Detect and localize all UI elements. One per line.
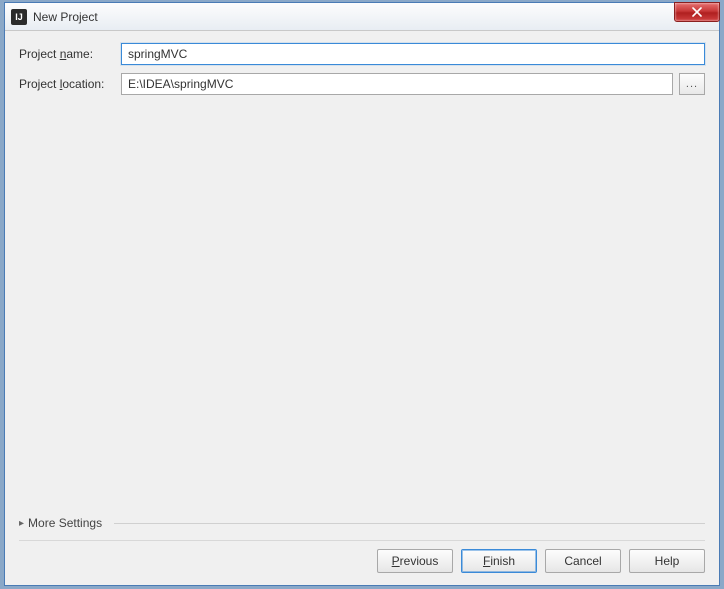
project-location-label: Project location:	[19, 77, 115, 91]
cancel-button[interactable]: Cancel	[545, 549, 621, 573]
browse-location-button[interactable]: ...	[679, 73, 705, 95]
separator-line	[114, 523, 705, 524]
help-button[interactable]: Help	[629, 549, 705, 573]
finish-button[interactable]: Finish	[461, 549, 537, 573]
close-icon	[692, 7, 702, 17]
app-icon: IJ	[11, 9, 27, 25]
close-button[interactable]	[674, 2, 720, 22]
project-location-row: Project location: ...	[19, 73, 705, 95]
content-spacer	[19, 103, 705, 516]
new-project-dialog: IJ New Project Project name: Project loc…	[4, 2, 720, 586]
more-settings-label: More Settings	[28, 516, 102, 530]
more-settings-toggle[interactable]: ▸ More Settings	[19, 516, 705, 530]
project-name-input[interactable]	[121, 43, 705, 65]
project-name-row: Project name:	[19, 43, 705, 65]
window-title: New Project	[33, 10, 98, 24]
project-location-input[interactable]	[121, 73, 673, 95]
project-name-label: Project name:	[19, 47, 115, 61]
chevron-right-icon: ▸	[19, 518, 24, 529]
previous-button[interactable]: Previous	[377, 549, 453, 573]
dialog-content: Project name: Project location: ... ▸ Mo…	[5, 31, 719, 585]
titlebar[interactable]: IJ New Project	[5, 3, 719, 31]
button-bar: Previous Finish Cancel Help	[19, 540, 705, 585]
